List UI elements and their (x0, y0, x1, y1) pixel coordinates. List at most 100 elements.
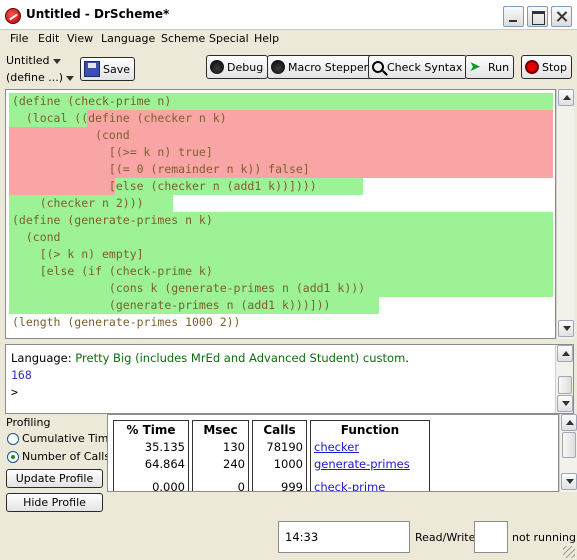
debug-icon (210, 60, 224, 74)
toolbar: Untitled (define ...) Save Debug Macro S… (0, 49, 577, 89)
code-line: (local ((define (checker n k) (12, 111, 227, 125)
function-link[interactable]: check-prime (311, 479, 429, 491)
debug-label: Debug (227, 60, 264, 74)
magnifier-icon (372, 61, 384, 73)
code-line: (define (check-prime n) (12, 94, 172, 108)
chevron-down-icon (66, 75, 74, 81)
code-line: (cond (12, 230, 61, 244)
hide-profile-button[interactable]: Hide Profile (6, 493, 103, 512)
define-label: (define ...) (6, 71, 63, 84)
profile-table-area: % Time 35.135 64.864 0.000 Msec 130 240 … (107, 414, 559, 492)
scroll-down-button[interactable] (557, 395, 573, 412)
title-bar: Untitled - DrScheme* (0, 0, 577, 30)
code-line: (length (generate-primes 1000 2)) (12, 315, 241, 329)
interactions-pane[interactable]: Language: Pretty Big (includes MrEd and … (5, 344, 574, 414)
language-name: Pretty Big (includes MrEd and Advanced S… (75, 351, 406, 365)
code-line: [(> k n) empty] (12, 247, 144, 261)
scroll-thumb[interactable] (562, 432, 576, 458)
scroll-up-button[interactable] (558, 89, 574, 106)
run-button[interactable]: ➤ Run (465, 55, 515, 79)
radio-number-of-calls[interactable]: Number of Calls (7, 450, 110, 463)
code-line: [(= 0 (remainder n k)) false] (12, 162, 310, 176)
language-prefix: Language: (11, 351, 76, 365)
stop-button[interactable]: Stop (521, 55, 573, 79)
interactions-scrollbar[interactable] (555, 345, 573, 413)
table-cell: 999 (281, 480, 303, 492)
function-link[interactable]: checker (311, 439, 429, 456)
column-header[interactable]: Calls (253, 422, 306, 439)
table-cell: 35.135 (144, 440, 185, 454)
profiling-panel: Profiling Cumulative Time Number of Call… (0, 414, 577, 516)
chevron-down-icon (52, 58, 61, 64)
column-calls: Calls 78190 1000 999 (252, 420, 307, 492)
menu-edit[interactable]: Edit (38, 32, 59, 45)
time-display: 14:33 (278, 521, 410, 553)
run-icon: ➤ (469, 59, 481, 75)
menu-view[interactable]: View (67, 32, 93, 45)
radio-circle-selected (7, 450, 19, 463)
code-line: [(>= k n) true] (12, 145, 213, 159)
radio-cumulative-time[interactable]: Cumulative Time (7, 432, 115, 445)
save-icon (84, 61, 100, 77)
file-name-dropdown[interactable]: Untitled (6, 54, 61, 67)
menu-special[interactable]: Special (209, 32, 249, 45)
scroll-down-button[interactable] (558, 320, 574, 337)
code-line: (checker n 2))) (12, 196, 144, 210)
define-dropdown[interactable]: (define ...) (6, 71, 74, 84)
column-header[interactable]: Function (311, 422, 429, 439)
column-function: Function checker generate-primes check-p… (310, 420, 430, 491)
close-button[interactable] (551, 6, 572, 27)
check-syntax-button[interactable]: Check Syntax (368, 55, 468, 79)
function-link[interactable]: generate-primes (311, 456, 429, 473)
file-name-label: Untitled (6, 54, 50, 67)
menu-help[interactable]: Help (254, 32, 279, 45)
status-indicator-box (474, 521, 508, 553)
column-header[interactable]: % Time (114, 422, 188, 439)
status-bar: 14:33 Read/Write not running (0, 516, 577, 560)
scroll-up-button[interactable] (557, 345, 573, 362)
macro-stepper-icon (271, 60, 285, 74)
profiling-title: Profiling (6, 416, 51, 429)
table-cell: 78190 (266, 440, 303, 454)
menu-scheme[interactable]: Scheme (161, 32, 205, 45)
column-pct-time: % Time 35.135 64.864 0.000 (113, 420, 189, 492)
radio-circle (7, 432, 19, 445)
result-value: 168 (11, 368, 32, 382)
update-profile-button[interactable]: Update Profile (6, 469, 103, 488)
read-write-status: Read/Write (415, 531, 476, 544)
window-title: Untitled - DrScheme* (26, 7, 170, 21)
drscheme-logo-icon (5, 8, 21, 24)
column-header[interactable]: Msec (193, 422, 248, 439)
maximize-button[interactable] (527, 6, 548, 27)
stop-label: Stop (542, 60, 568, 74)
definitions-editor[interactable]: (define (check-prime n) (local ((define … (5, 89, 556, 339)
minimize-button[interactable] (503, 6, 524, 27)
scroll-down-button[interactable] (561, 473, 577, 490)
run-label: Run (488, 60, 510, 74)
check-syntax-label: Check Syntax (387, 60, 463, 74)
scroll-up-button[interactable] (561, 414, 577, 431)
menu-language[interactable]: Language (101, 32, 155, 45)
table-cell: 64.864 (144, 457, 185, 471)
code-line: [else (if (check-prime k) (12, 264, 213, 278)
repl-prompt: > (11, 385, 18, 399)
profile-scrollbar[interactable] (559, 414, 577, 492)
radio-label: Cumulative Time (22, 432, 116, 445)
debug-button[interactable]: Debug (206, 55, 269, 79)
save-button[interactable]: Save (80, 57, 136, 81)
editor-scrollbar[interactable] (556, 89, 574, 339)
stop-icon (525, 60, 539, 74)
radio-label: Number of Calls (22, 450, 111, 463)
table-cell: 0.000 (152, 480, 185, 492)
menu-bar: File Edit View Language Scheme Special H… (0, 30, 577, 48)
code-line: (generate-primes n (add1 k)))])) (12, 298, 331, 312)
menu-file[interactable]: File (10, 32, 28, 45)
table-cell: 240 (223, 457, 245, 471)
save-label: Save (103, 62, 131, 76)
macro-stepper-button[interactable]: Macro Stepper (267, 55, 374, 79)
resize-grip-icon[interactable] (563, 546, 575, 558)
scroll-thumb[interactable] (558, 376, 572, 394)
table-cell: 1000 (273, 457, 303, 471)
table-cell: 130 (223, 440, 245, 454)
code-line: (cons k (generate-primes n (add1 k))) (12, 281, 366, 295)
